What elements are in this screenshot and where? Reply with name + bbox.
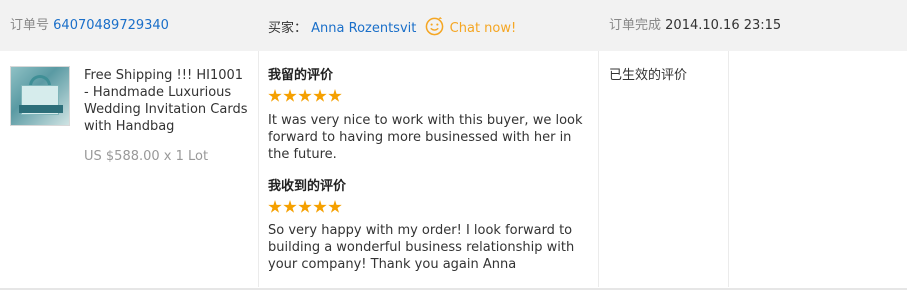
order-number: 订单号 64070489729340 (10, 17, 169, 35)
column-divider (728, 51, 729, 287)
chat-now-link[interactable]: Chat now! (450, 21, 517, 36)
product-price: US $588.00 x 1 Lot (84, 149, 209, 164)
order-header: 订单号 64070489729340 买家： Anna Rozentsvit C… (0, 0, 907, 51)
order-card: 订单号 64070489729340 买家： Anna Rozentsvit C… (0, 0, 907, 290)
received-rating-stars (268, 200, 342, 214)
order-completed: 订单完成 2014.10.16 23:15 (609, 17, 781, 35)
star-icon (313, 89, 327, 102)
product-title-link[interactable]: Free Shipping !!! HI1001 - Handmade Luxu… (84, 67, 249, 135)
given-rating-stars (268, 89, 342, 103)
order-status-label: 订单完成 (609, 18, 662, 33)
buyer-name-link[interactable]: Anna Rozentsvit (311, 21, 416, 36)
star-icon (268, 89, 282, 102)
star-icon (283, 89, 297, 102)
star-icon (328, 200, 342, 213)
feedback-status: 已生效的评价 (609, 68, 688, 83)
received-feedback-title: 我收到的评价 (268, 179, 347, 194)
chat-icon[interactable] (425, 17, 444, 36)
star-icon (328, 89, 342, 102)
buyer-info: 买家： Anna Rozentsvit Chat now! (268, 17, 516, 38)
star-icon (298, 89, 312, 102)
product-thumbnail[interactable] (10, 66, 70, 126)
completed-time: 2014.10.16 23:15 (665, 18, 782, 33)
given-feedback-comment: It was very nice to work with this buyer… (268, 113, 583, 162)
star-icon (283, 200, 297, 213)
star-icon (313, 200, 327, 213)
column-divider (598, 51, 599, 287)
order-number-link[interactable]: 64070489729340 (53, 18, 169, 33)
star-icon (268, 200, 282, 213)
column-divider (258, 51, 259, 287)
received-feedback-comment: So very happy with my order! I look forw… (268, 223, 575, 272)
star-icon (298, 200, 312, 213)
buyer-label: 买家： (268, 21, 308, 36)
order-number-label: 订单号 (10, 18, 50, 33)
given-feedback-title: 我留的评价 (268, 68, 334, 83)
